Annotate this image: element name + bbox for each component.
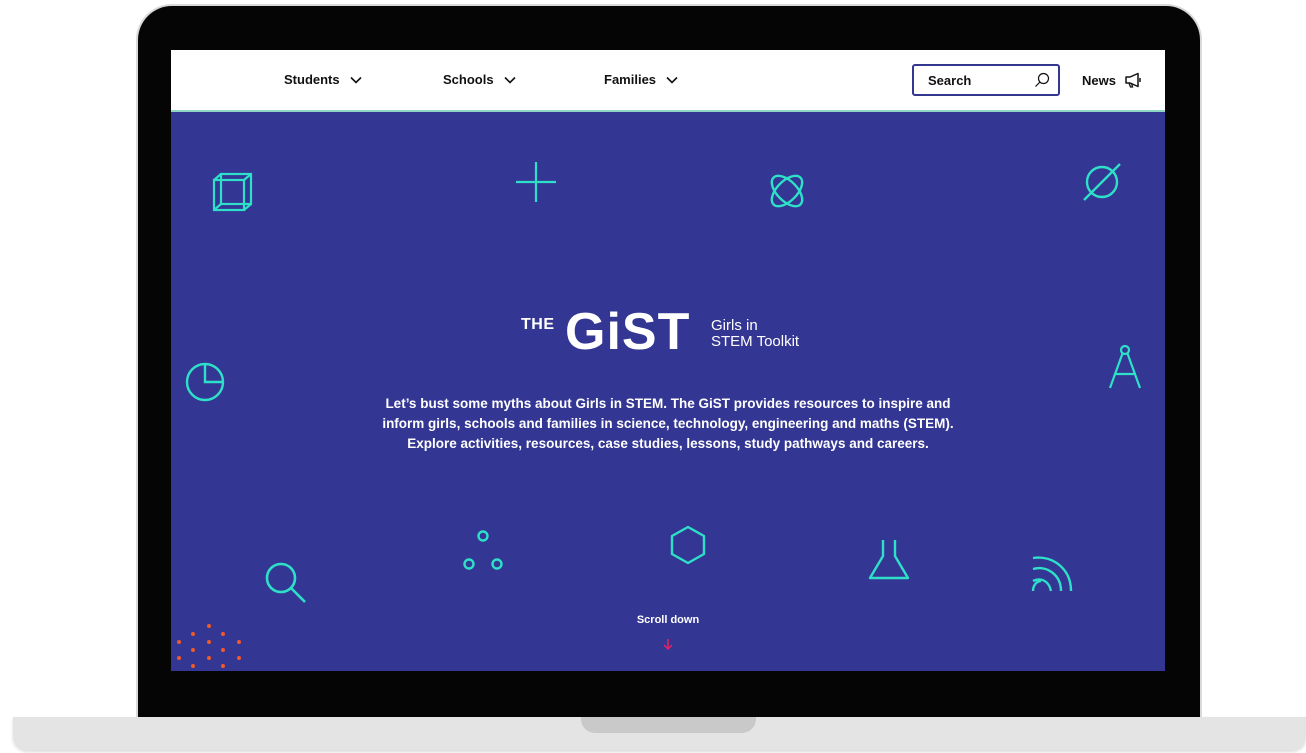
logo-subtitle-line2: STEM Toolkit (711, 333, 800, 350)
logo-subtitle-line1: Girls in (711, 317, 758, 334)
search-input[interactable] (926, 71, 1030, 89)
megaphone-icon (1125, 72, 1141, 88)
dot-pattern (177, 624, 241, 668)
nav-item-schools[interactable]: Schools (443, 72, 516, 87)
chevron-down-icon (504, 76, 516, 84)
hero-line-3: Explore activities, resources, case stud… (407, 436, 929, 451)
cube-icon (211, 172, 255, 214)
news-link[interactable]: News (1082, 72, 1142, 88)
molecule-icon (461, 528, 505, 574)
nav-item-label: Families (604, 72, 657, 87)
website-screen: Students Schools Families News (171, 50, 1165, 671)
empty-set-icon (1080, 160, 1124, 204)
plus-icon (514, 160, 558, 204)
logo-name: GiST (565, 303, 691, 361)
search-icon[interactable] (1034, 72, 1050, 88)
flask-icon (867, 538, 911, 582)
hexagon-icon (668, 524, 708, 566)
news-label: News (1082, 72, 1116, 88)
pie-chart-icon (183, 360, 227, 404)
search-box[interactable] (912, 64, 1060, 96)
laptop-notch (581, 717, 756, 733)
compass-icon (1107, 344, 1143, 390)
arrow-down-icon[interactable] (660, 636, 676, 652)
logo-subtitle: Girls in STEM Toolkit (711, 318, 841, 350)
nav-item-label: Schools (443, 72, 494, 87)
hero-description: Let’s bust some myths about Girls in STE… (351, 394, 985, 454)
nav-item-families[interactable]: Families (604, 72, 678, 87)
gist-logo[interactable]: THE GiST Girls in STEM Toolkit (521, 303, 841, 368)
top-navigation: Students Schools Families News (171, 50, 1165, 112)
chevron-down-icon (350, 76, 362, 84)
atom-icon (765, 169, 809, 213)
scroll-down-label: Scroll down (636, 614, 700, 626)
logo-prefix: THE (521, 316, 555, 333)
signal-icon (1031, 555, 1075, 595)
chevron-down-icon (666, 76, 678, 84)
nav-item-label: Students (284, 72, 340, 87)
magnifier-icon (263, 560, 309, 606)
hero-line-1: Let’s bust some myths about Girls in STE… (385, 396, 951, 411)
nav-item-students[interactable]: Students (284, 72, 362, 87)
hero-line-2: inform girls, schools and families in sc… (382, 416, 954, 431)
scroll-down-link[interactable]: Scroll down (618, 614, 718, 626)
